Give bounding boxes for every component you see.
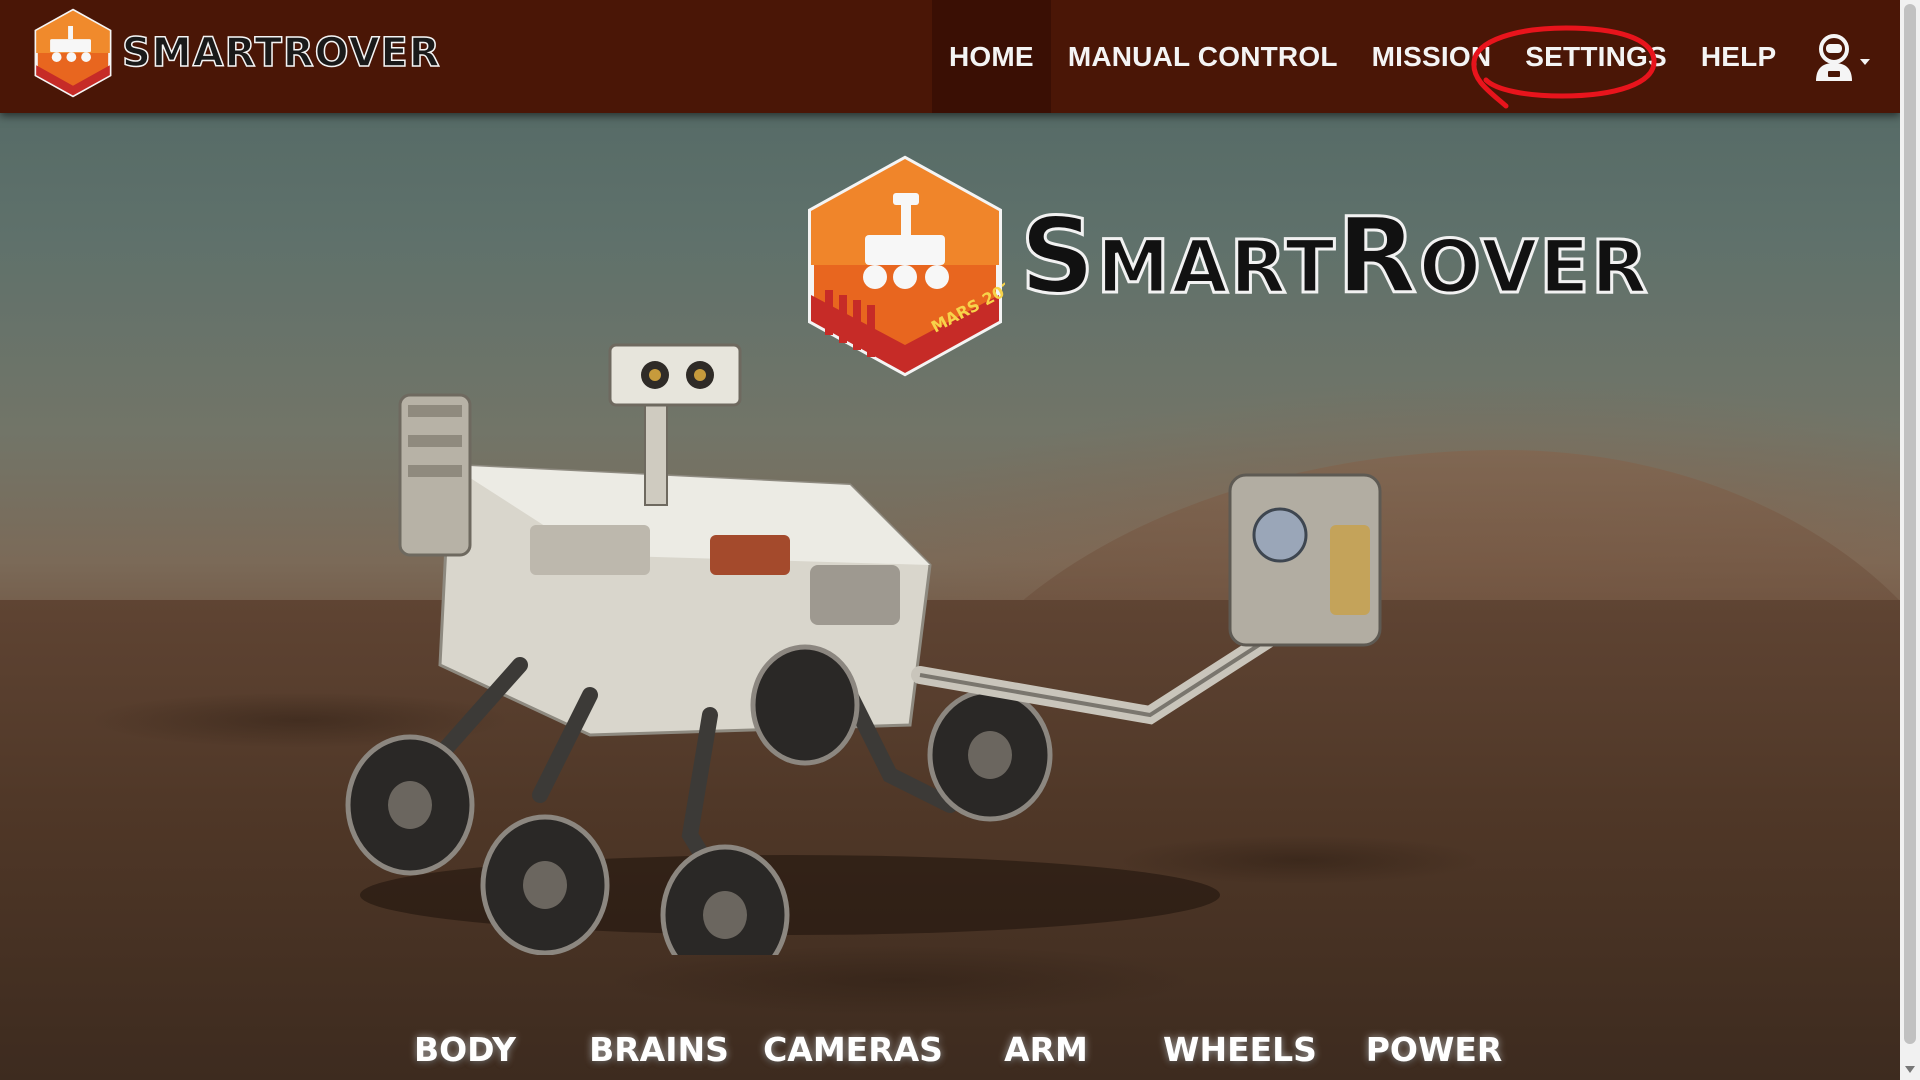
nav-settings[interactable]: SETTINGS — [1508, 0, 1684, 113]
rover-parts-nav: BODY BRAINS CAMERAS ARM WHEELS POWER — [0, 1020, 1900, 1080]
part-wheels[interactable]: WHEELS — [1163, 1030, 1317, 1069]
brand-link[interactable]: SmartRover — [32, 8, 441, 98]
nav-help[interactable]: HELP — [1684, 0, 1793, 113]
mars2020-logo-icon — [34, 8, 112, 98]
nav-mission[interactable]: MISSION — [1355, 0, 1509, 113]
part-body[interactable]: BODY — [414, 1030, 516, 1069]
hero-mars2020-logo-icon: MARS 2020 — [808, 155, 1005, 377]
part-power[interactable]: POWER — [1366, 1030, 1503, 1069]
part-arm[interactable]: ARM — [1004, 1030, 1088, 1069]
scroll-down-arrow-icon[interactable] — [1905, 1066, 1915, 1074]
part-brains[interactable]: BRAINS — [589, 1030, 729, 1069]
astronaut-user-icon — [1816, 34, 1852, 81]
nav-home[interactable]: HOME — [932, 0, 1051, 113]
part-cameras[interactable]: CAMERAS — [763, 1030, 943, 1069]
scrollbar-thumb[interactable] — [1904, 4, 1916, 1044]
nav-manual-control[interactable]: MANUAL CONTROL — [1051, 0, 1355, 113]
main-nav: HOME MANUAL CONTROL MISSION SETTINGS HEL… — [932, 0, 1793, 113]
page-scrollbar[interactable] — [1900, 0, 1920, 1080]
hero-title: SmartRover — [1019, 194, 1650, 319]
user-menu-toggle[interactable] — [1812, 30, 1872, 86]
brand-name: SmartRover — [121, 29, 441, 77]
smartrover-home-page: SmartRover HOME MANUAL CONTROL MISSION S… — [0, 0, 1920, 1080]
perseverance-rover-image — [345, 343, 1382, 955]
top-navbar: SmartRover HOME MANUAL CONTROL MISSION S… — [0, 0, 1900, 113]
caret-down-icon — [1860, 59, 1870, 65]
